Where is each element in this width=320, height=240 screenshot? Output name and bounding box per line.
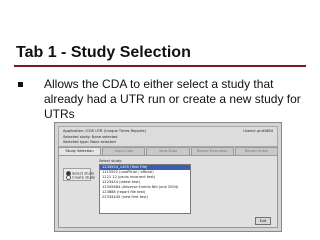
bullet-text: Allows the CDA to either select a study … <box>44 77 301 121</box>
study-mode-radio-group: Select study Create study <box>63 168 95 181</box>
application-name: Application: ICDS UTR (Unique Times Repo… <box>63 129 146 133</box>
create-study-option[interactable]: Create study <box>66 175 95 180</box>
radio-unselected-icon <box>66 175 71 180</box>
create-study-option-label: Create study <box>72 175 96 180</box>
selected-study-status: Selected study: None selected <box>63 135 118 139</box>
tab-bar: Study Selection Input Cats View Data Rep… <box>58 147 279 156</box>
title-divider <box>14 65 306 67</box>
study-list[interactable]: 1234554_1455 (Text File) 1115552 (unoffi… <box>99 164 191 214</box>
app-header: Application: ICDS UTR (Unique Times Repo… <box>58 126 278 147</box>
exit-button[interactable]: Exit <box>255 217 271 225</box>
bullet-square-icon <box>18 82 23 87</box>
study-selection-panel: Select study Create study Select study: … <box>58 155 278 228</box>
selected-type-status: Selected type: None selected <box>63 140 116 144</box>
user-id: Userid: pnd1864 <box>243 129 273 133</box>
select-study-label: Select study: <box>99 159 123 163</box>
study-list-item[interactable]: 22334445 (new first test) <box>100 195 190 200</box>
app-screenshot: Application: ICDS UTR (Unique Times Repo… <box>54 122 282 232</box>
slide-title: Tab 1 - Study Selection <box>16 44 191 61</box>
